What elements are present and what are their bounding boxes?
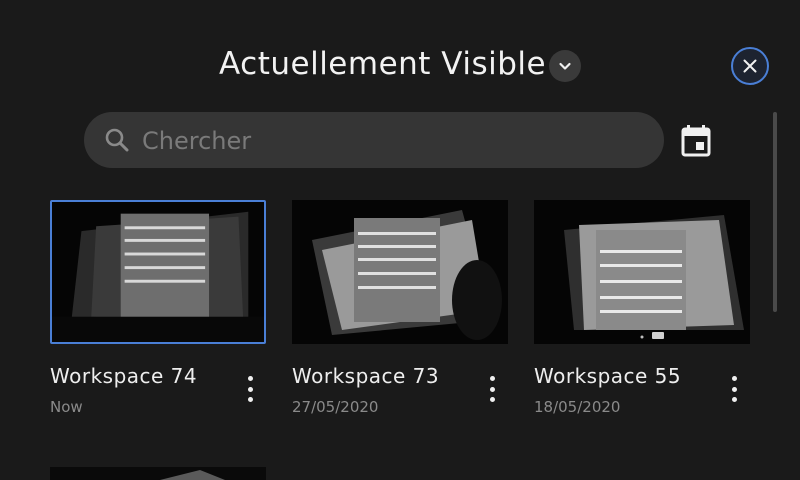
search-input[interactable] [140,112,644,170]
calendar-button[interactable] [680,124,712,158]
search-bar[interactable] [84,112,664,170]
search-icon [105,128,129,152]
close-button[interactable] [731,47,769,85]
workspace-date: Now [50,398,83,416]
workspace-thumbnail[interactable] [292,200,508,344]
workspace-thumbnail[interactable] [534,200,750,344]
more-vert-icon [731,376,737,381]
workspace-thumbnail[interactable] [50,200,266,344]
workspace-card[interactable]: Workspace 74 Now [50,200,266,416]
more-vert-icon [247,376,253,381]
close-icon [743,59,757,73]
more-options-button[interactable] [726,376,742,402]
workspace-card[interactable]: Workspace 55 18/05/2020 [534,200,750,416]
more-options-button[interactable] [484,376,500,402]
workspace-name: Workspace 73 [292,364,440,388]
page-title: Actuellement Visible [219,46,547,82]
more-options-button[interactable] [242,376,258,402]
workspace-date: 27/05/2020 [292,398,379,416]
workspace-card[interactable]: Workspace 73 27/05/2020 [292,200,508,416]
scrollbar[interactable] [773,112,777,312]
workspace-name: Workspace 74 [50,364,198,388]
header: Actuellement Visible [0,40,800,92]
workspace-thumbnail-partial[interactable] [50,467,266,480]
workspace-date: 18/05/2020 [534,398,621,416]
more-vert-icon [489,376,495,381]
calendar-icon [681,125,711,157]
view-dropdown-button[interactable] [549,50,581,82]
chevron-down-icon [559,62,571,70]
workspace-name: Workspace 55 [534,364,682,388]
